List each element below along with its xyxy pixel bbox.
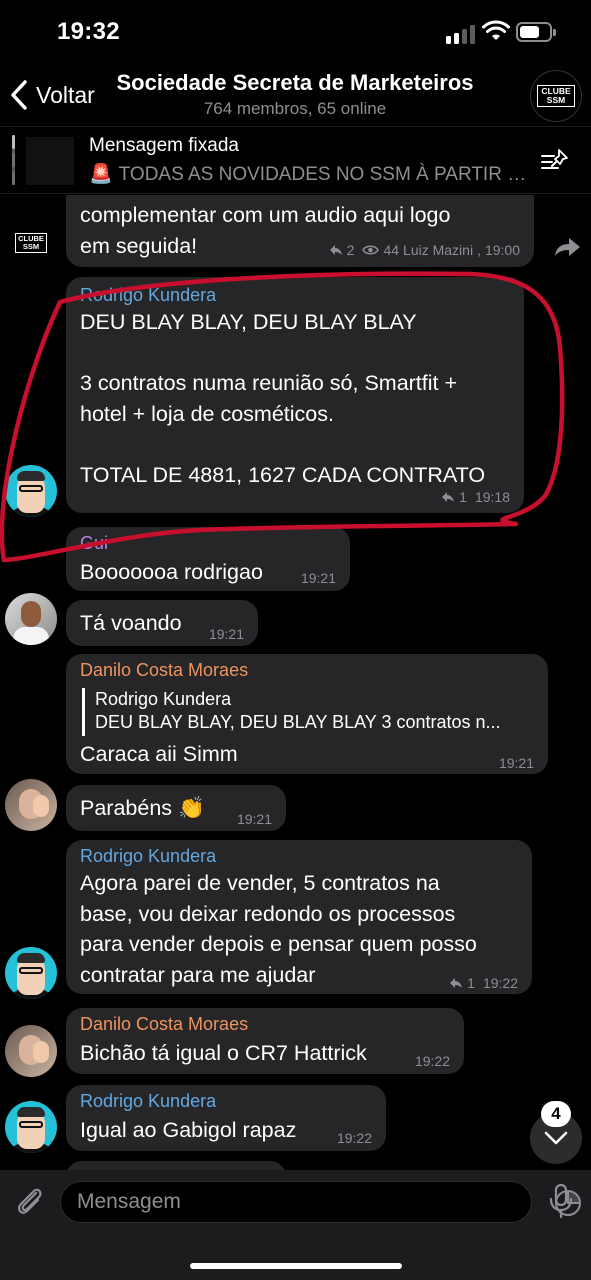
message-time: 19:22 <box>336 1130 372 1146</box>
message-text: Booooooa rodrigao <box>80 560 263 584</box>
chevron-down-icon <box>544 1131 568 1145</box>
chat-subtitle: 764 membros, 65 online <box>203 99 387 118</box>
message-bubble[interactable]: Danilo Costa Moraes Bichão tá igual o CR… <box>66 1008 464 1074</box>
forward-icon[interactable] <box>553 235 583 259</box>
message-bubble[interactable]: Rodrigo Kundera DEU BLAY BLAY, DEU BLAY … <box>66 277 524 513</box>
unread-badge: 4 <box>541 1101 571 1127</box>
pinned-title: Mensagem fixada <box>89 135 239 156</box>
sender-name[interactable]: Rodrigo Kundera <box>80 1091 216 1112</box>
message-meta: 2 44 Luiz Mazini, 19:00 <box>329 242 520 258</box>
message-text: Tá voando <box>80 611 182 635</box>
chat-header: Voltar Sociedade Secreta de Marketeiros … <box>0 64 591 126</box>
chevron-left-icon <box>11 80 27 110</box>
message-meta: 19:21 <box>499 755 534 771</box>
message-meta: 1 19:18 <box>441 489 510 505</box>
message-time: 19:22 <box>482 975 518 991</box>
status-time: 19:32 <box>57 18 120 45</box>
paperclip-icon[interactable] <box>12 1183 46 1219</box>
message-text: DEU BLAY BLAY, DEU BLAY BLAY 3 contratos… <box>80 310 486 487</box>
views-icon <box>362 245 380 255</box>
chat-title[interactable]: Sociedade Secreta de Marketeiros <box>100 70 490 96</box>
avatar[interactable] <box>5 1025 57 1077</box>
cellular-signal-icon <box>446 24 476 44</box>
group-avatar-logo: CLUBE SSM <box>537 85 575 107</box>
pinned-list-icon[interactable] <box>540 147 570 175</box>
message-bubble[interactable]: Gui Booooooa rodrigao 19:21 <box>66 527 350 591</box>
pinned-thumbnail <box>26 137 74 185</box>
reply-icon <box>329 245 342 255</box>
message-text: Agora parei de vender, 5 contratos na ba… <box>80 871 477 987</box>
message-time: 19:22 <box>414 1053 450 1069</box>
message-bubble[interactable]: Tá voando 19:21 <box>66 600 258 646</box>
quoted-message[interactable]: Rodrigo Kundera DEU BLAY BLAY, DEU BLAY … <box>82 688 534 736</box>
sender-name[interactable]: Danilo Costa Moraes <box>80 660 248 681</box>
sender-name[interactable]: Gui <box>80 533 108 554</box>
pinned-message-bar[interactable]: Mensagem fixada 🚨 TODAS AS NOVIDADES NO S… <box>0 126 591 194</box>
sender-name[interactable]: Rodrigo Kundera <box>80 285 216 306</box>
composer <box>0 1170 591 1280</box>
message-bubble[interactable]: Parabéns 👏 19:21 <box>66 785 286 831</box>
message-input[interactable] <box>77 1182 477 1222</box>
message-text: Bichão tá igual o CR7 Hattrick <box>80 1041 367 1065</box>
sender-name[interactable]: Rodrigo Kundera <box>80 846 216 867</box>
message-meta: 1 19:22 <box>449 975 518 991</box>
reply-count: 1 <box>459 489 467 505</box>
pinned-indicator <box>12 135 15 185</box>
message-time: 19:21 <box>236 811 272 827</box>
quote-author: Rodrigo Kundera <box>95 689 232 709</box>
avatar[interactable] <box>5 465 57 517</box>
message-meta: 19:21 <box>237 811 272 827</box>
avatar[interactable] <box>5 593 57 645</box>
back-label: Voltar <box>36 81 95 108</box>
message-meta: 19:22 <box>337 1130 372 1146</box>
message-input-field[interactable] <box>60 1181 581 1223</box>
message-meta: 19:21 <box>301 570 336 586</box>
microphone-icon[interactable] <box>548 1183 574 1219</box>
message-time: 19:18 <box>474 489 510 505</box>
channel-logo: CLUBE SSM <box>15 233 47 253</box>
avatar[interactable]: CLUBE SSM <box>5 217 57 269</box>
home-indicator <box>190 1263 402 1269</box>
pinned-text: 🚨TODAS AS NOVIDADES NO SSM À PARTIR DE A… <box>89 164 539 185</box>
battery-icon <box>516 22 556 42</box>
author-signature: Luiz Mazini <box>403 242 474 258</box>
message-list[interactable]: CLUBE SSM complementar com um audio aqui … <box>0 195 591 1175</box>
message-text: Caraca aii Simm <box>80 742 238 766</box>
group-avatar[interactable]: CLUBE SSM <box>530 70 582 122</box>
reply-icon <box>442 492 455 502</box>
avatar[interactable] <box>5 779 57 831</box>
avatar[interactable] <box>5 1101 57 1153</box>
message-bubble[interactable]: Rodrigo Kundera Agora parei de vender, 5… <box>66 840 532 994</box>
message-meta: 19:22 <box>415 1053 450 1069</box>
siren-icon: 🚨 <box>89 164 113 185</box>
sender-name[interactable]: Danilo Costa Moraes <box>80 1014 248 1035</box>
wifi-icon <box>482 20 510 40</box>
reply-icon <box>450 978 463 988</box>
back-button[interactable]: Voltar <box>8 78 95 112</box>
status-bar: 19:32 <box>0 0 591 64</box>
view-count: 44 <box>383 242 400 258</box>
avatar[interactable] <box>5 947 57 999</box>
message-bubble[interactable]: Danilo Costa Moraes Rodrigo Kundera DEU … <box>66 654 548 774</box>
quote-text: DEU BLAY BLAY, DEU BLAY BLAY 3 contratos… <box>95 712 501 732</box>
message-time: 19:21 <box>208 626 244 642</box>
message-time: 19:21 <box>300 570 336 586</box>
message-time: 19:00 <box>484 242 520 258</box>
message-bubble[interactable]: complementar com um audio aqui logo em s… <box>66 195 534 267</box>
message-meta: 19:21 <box>209 626 244 642</box>
reply-count: 2 <box>346 242 355 258</box>
message-bubble[interactable]: Rodrigo Kundera Igual ao Gabigol rapaz 1… <box>66 1085 386 1151</box>
reply-count: 1 <box>467 975 475 991</box>
message-text: Parabéns 👏 <box>80 796 205 820</box>
message-time: 19:21 <box>498 755 534 771</box>
message-text: Igual ao Gabigol rapaz <box>80 1118 297 1142</box>
